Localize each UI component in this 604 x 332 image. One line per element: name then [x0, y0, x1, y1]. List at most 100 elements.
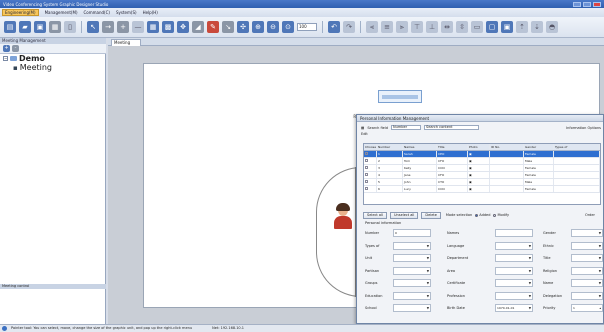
birth-date-field[interactable]: 1970-01-01 ▼ [495, 304, 533, 312]
unit-select[interactable]: ▼ [393, 254, 431, 262]
language-select[interactable]: ▼ [495, 241, 533, 250]
align-top-icon[interactable]: ⊤ [411, 21, 423, 33]
mode-added-radio[interactable]: Added [475, 213, 490, 217]
zoom-out-icon[interactable]: ⊖ [267, 21, 279, 33]
hline-icon[interactable]: — [132, 21, 144, 33]
column-header[interactable]: Number [377, 144, 403, 150]
table-icon[interactable]: ▦ [147, 21, 159, 33]
zoom-in-icon[interactable]: ⊕ [252, 21, 264, 33]
print-icon[interactable]: ▦ [49, 21, 61, 33]
priority-stepper[interactable]: 1 ▴ [571, 304, 603, 312]
table-row[interactable]: 1 Sarah CEO ▣ Female [364, 151, 600, 158]
remove-icon[interactable]: - [12, 45, 19, 52]
profession-select[interactable]: ▼ [495, 291, 533, 300]
add-icon[interactable]: + [3, 45, 10, 52]
partisan-select[interactable]: ▼ [393, 266, 431, 275]
names-field[interactable] [495, 229, 533, 237]
pointer-icon[interactable]: ↖ [87, 21, 99, 33]
open-icon[interactable]: ▰ [19, 21, 31, 33]
collapse-icon[interactable]: − [3, 56, 8, 61]
zoom-fit-icon[interactable]: ⊙ [282, 21, 294, 33]
zoom-select[interactable]: 100 [297, 23, 317, 31]
page-icon[interactable]: ▯ [64, 21, 76, 33]
table-row[interactable]: 2 Tom CFO ▣ Male [364, 158, 600, 165]
column-header[interactable]: Photo [468, 144, 490, 150]
grid-icon[interactable]: ▦ [361, 126, 364, 130]
search-content-input[interactable]: Search content [424, 125, 480, 130]
row-checkbox[interactable] [364, 172, 377, 178]
delegation-select[interactable]: ▼ [571, 291, 603, 300]
tree-node-meeting[interactable]: ▪ Meeting [0, 63, 105, 72]
search-field-select[interactable]: Number [391, 125, 422, 130]
save-icon[interactable]: ▣ [34, 21, 46, 33]
pan-icon[interactable]: ✥ [177, 21, 189, 33]
close-button[interactable] [593, 1, 601, 7]
menu-management[interactable]: Management(M) [45, 10, 78, 15]
bring-front-icon[interactable]: ⇡ [516, 21, 528, 33]
delete-button[interactable]: Delete [421, 211, 441, 219]
new-icon[interactable]: ▤ [4, 21, 16, 33]
title-select[interactable]: ▼ [571, 254, 603, 262]
maximize-button[interactable] [583, 1, 591, 7]
number-field[interactable]: 0 [393, 229, 431, 237]
area-select[interactable]: ▼ [495, 266, 533, 275]
menu-system[interactable]: System(S) [116, 10, 137, 15]
align-center-icon[interactable]: ≡ [381, 21, 393, 33]
unselect-all-button[interactable]: Unselect all [390, 211, 419, 219]
department-select[interactable]: ▼ [495, 254, 533, 262]
groups-select[interactable]: ▼ [393, 279, 431, 287]
pen-icon[interactable]: ✎ [207, 21, 219, 33]
select-icon[interactable]: ↘ [222, 21, 234, 33]
align-left-icon[interactable]: ⫷ [366, 21, 378, 33]
send-back-icon[interactable]: ⇣ [531, 21, 543, 33]
column-header[interactable]: Names [403, 144, 437, 150]
row-checkbox[interactable] [364, 179, 377, 185]
table-row[interactable]: 3 Kelly COO ▣ Female [364, 165, 600, 172]
column-header[interactable]: Title [437, 144, 468, 150]
minimize-button[interactable] [573, 1, 581, 7]
grid-icon[interactable]: ▩ [162, 21, 174, 33]
distribute-h-icon[interactable]: ⇹ [441, 21, 453, 33]
table-row[interactable]: 6 Lucy COO ▣ Female [364, 186, 600, 193]
same-size-icon[interactable]: ▭ [471, 21, 483, 33]
menu-help[interactable]: Help(H) [143, 10, 158, 15]
align-middle-icon[interactable]: ⊥ [426, 21, 438, 33]
tab-meeting[interactable]: Meeting [111, 39, 141, 46]
edit-menu[interactable]: Edit [361, 132, 368, 136]
menu-engineering[interactable]: Engineering(M) [2, 9, 39, 16]
group-icon[interactable]: ▢ [486, 21, 498, 33]
table-row[interactable]: 4 Jane CFO ▣ Female [364, 172, 600, 179]
row-checkbox[interactable] [364, 186, 377, 192]
undo-icon[interactable]: ↶ [328, 21, 340, 33]
gender-select[interactable]: ▼ [571, 229, 603, 237]
lock-icon[interactable]: ◓ [546, 21, 558, 33]
mode-modify-radio[interactable]: Modify [493, 213, 509, 217]
name-select[interactable]: ▼ [571, 279, 603, 287]
ungroup-icon[interactable]: ▣ [501, 21, 513, 33]
controller-icon[interactable] [378, 90, 422, 103]
table-row[interactable]: 5 John CTO ▣ Male [364, 179, 600, 186]
tree-node-demo[interactable]: − Demo [0, 54, 105, 63]
column-header[interactable]: Types of [554, 144, 600, 150]
move-icon[interactable]: ✣ [237, 21, 249, 33]
row-checkbox[interactable] [364, 158, 377, 164]
row-checkbox[interactable] [364, 165, 377, 171]
school-select[interactable]: ▼ [393, 304, 431, 312]
arrow-line-icon[interactable]: → [102, 21, 114, 33]
row-checkbox[interactable] [364, 151, 377, 157]
certificate-select[interactable]: ▼ [495, 279, 533, 287]
fill-icon[interactable]: ◢ [192, 21, 204, 33]
select-all-button[interactable]: Select all [363, 211, 387, 219]
ethnic-select[interactable]: ▼ [571, 241, 603, 250]
types-select[interactable]: ▼ [393, 241, 431, 250]
participant-avatar[interactable] [332, 203, 354, 230]
menu-command[interactable]: Command(C) [84, 10, 110, 15]
religion-select[interactable]: ▼ [571, 266, 603, 275]
line-icon[interactable]: + [117, 21, 129, 33]
column-header[interactable]: Gender [524, 144, 554, 150]
align-right-icon[interactable]: ⫸ [396, 21, 408, 33]
column-header[interactable]: ID No. [490, 144, 524, 150]
column-header[interactable]: Choose [364, 144, 377, 150]
redo-icon[interactable]: ↷ [343, 21, 355, 33]
education-select[interactable]: ▼ [393, 291, 431, 300]
